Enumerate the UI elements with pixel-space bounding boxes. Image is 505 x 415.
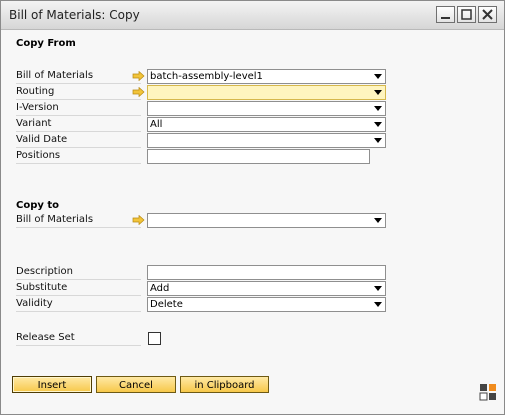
- clipboard-button[interactable]: in Clipboard: [180, 376, 269, 393]
- validity-value: Delete: [150, 299, 183, 310]
- chevron-down-icon[interactable]: [374, 122, 382, 127]
- chevron-down-icon[interactable]: [374, 90, 382, 95]
- bom-to-select[interactable]: [147, 213, 386, 228]
- window-title: Bill of Materials: Copy: [9, 8, 140, 22]
- description-label: Description: [16, 264, 141, 280]
- variant-value: All: [150, 119, 163, 130]
- variant-label: Variant: [16, 116, 141, 132]
- chevron-down-icon[interactable]: [374, 138, 382, 143]
- insert-button[interactable]: Insert: [12, 376, 92, 393]
- substitute-select[interactable]: Add: [147, 281, 386, 296]
- link-arrow-icon[interactable]: [132, 87, 145, 97]
- routing-select[interactable]: [147, 85, 386, 100]
- close-button[interactable]: [478, 6, 497, 23]
- close-icon: [482, 9, 493, 20]
- bom-to-label: Bill of Materials: [16, 212, 141, 228]
- copy-from-heading: Copy From: [16, 38, 76, 49]
- form-content: Copy From Bill of Materials batch-assemb…: [1, 30, 504, 414]
- bom-from-select[interactable]: batch-assembly-level1: [147, 69, 386, 84]
- maximize-button[interactable]: [457, 6, 476, 23]
- title-bar[interactable]: Bill of Materials: Copy: [1, 1, 504, 30]
- substitute-value: Add: [150, 283, 170, 294]
- release-set-checkbox[interactable]: [148, 332, 161, 345]
- validity-label: Validity: [16, 296, 141, 312]
- iversion-label: I-Version: [16, 100, 141, 116]
- link-arrow-icon[interactable]: [132, 71, 145, 81]
- release-set-label: Release Set: [16, 330, 141, 346]
- description-input[interactable]: [147, 265, 386, 280]
- bom-copy-window: Bill of Materials: Copy Copy From Bill o…: [0, 0, 505, 415]
- variant-select[interactable]: All: [147, 117, 386, 132]
- cancel-button[interactable]: Cancel: [96, 376, 176, 393]
- form-settings-icon[interactable]: [479, 383, 497, 401]
- validity-select[interactable]: Delete: [147, 297, 386, 312]
- chevron-down-icon[interactable]: [374, 106, 382, 111]
- chevron-down-icon[interactable]: [374, 286, 382, 291]
- chevron-down-icon[interactable]: [374, 218, 382, 223]
- bom-from-label: Bill of Materials: [16, 68, 141, 84]
- chevron-down-icon[interactable]: [374, 302, 382, 307]
- routing-label: Routing: [16, 84, 141, 100]
- minimize-icon: [441, 17, 450, 19]
- valid-date-select[interactable]: [147, 133, 386, 148]
- substitute-label: Substitute: [16, 280, 141, 296]
- chevron-down-icon[interactable]: [374, 74, 382, 79]
- positions-label: Positions: [16, 148, 141, 164]
- link-arrow-icon[interactable]: [132, 215, 145, 225]
- copy-to-heading: Copy to: [16, 200, 60, 211]
- iversion-select[interactable]: [147, 101, 386, 116]
- positions-input[interactable]: [147, 149, 370, 164]
- maximize-icon: [461, 9, 472, 20]
- valid-date-label: Valid Date: [16, 132, 141, 148]
- minimize-button[interactable]: [436, 6, 455, 23]
- bom-from-value: batch-assembly-level1: [150, 71, 263, 82]
